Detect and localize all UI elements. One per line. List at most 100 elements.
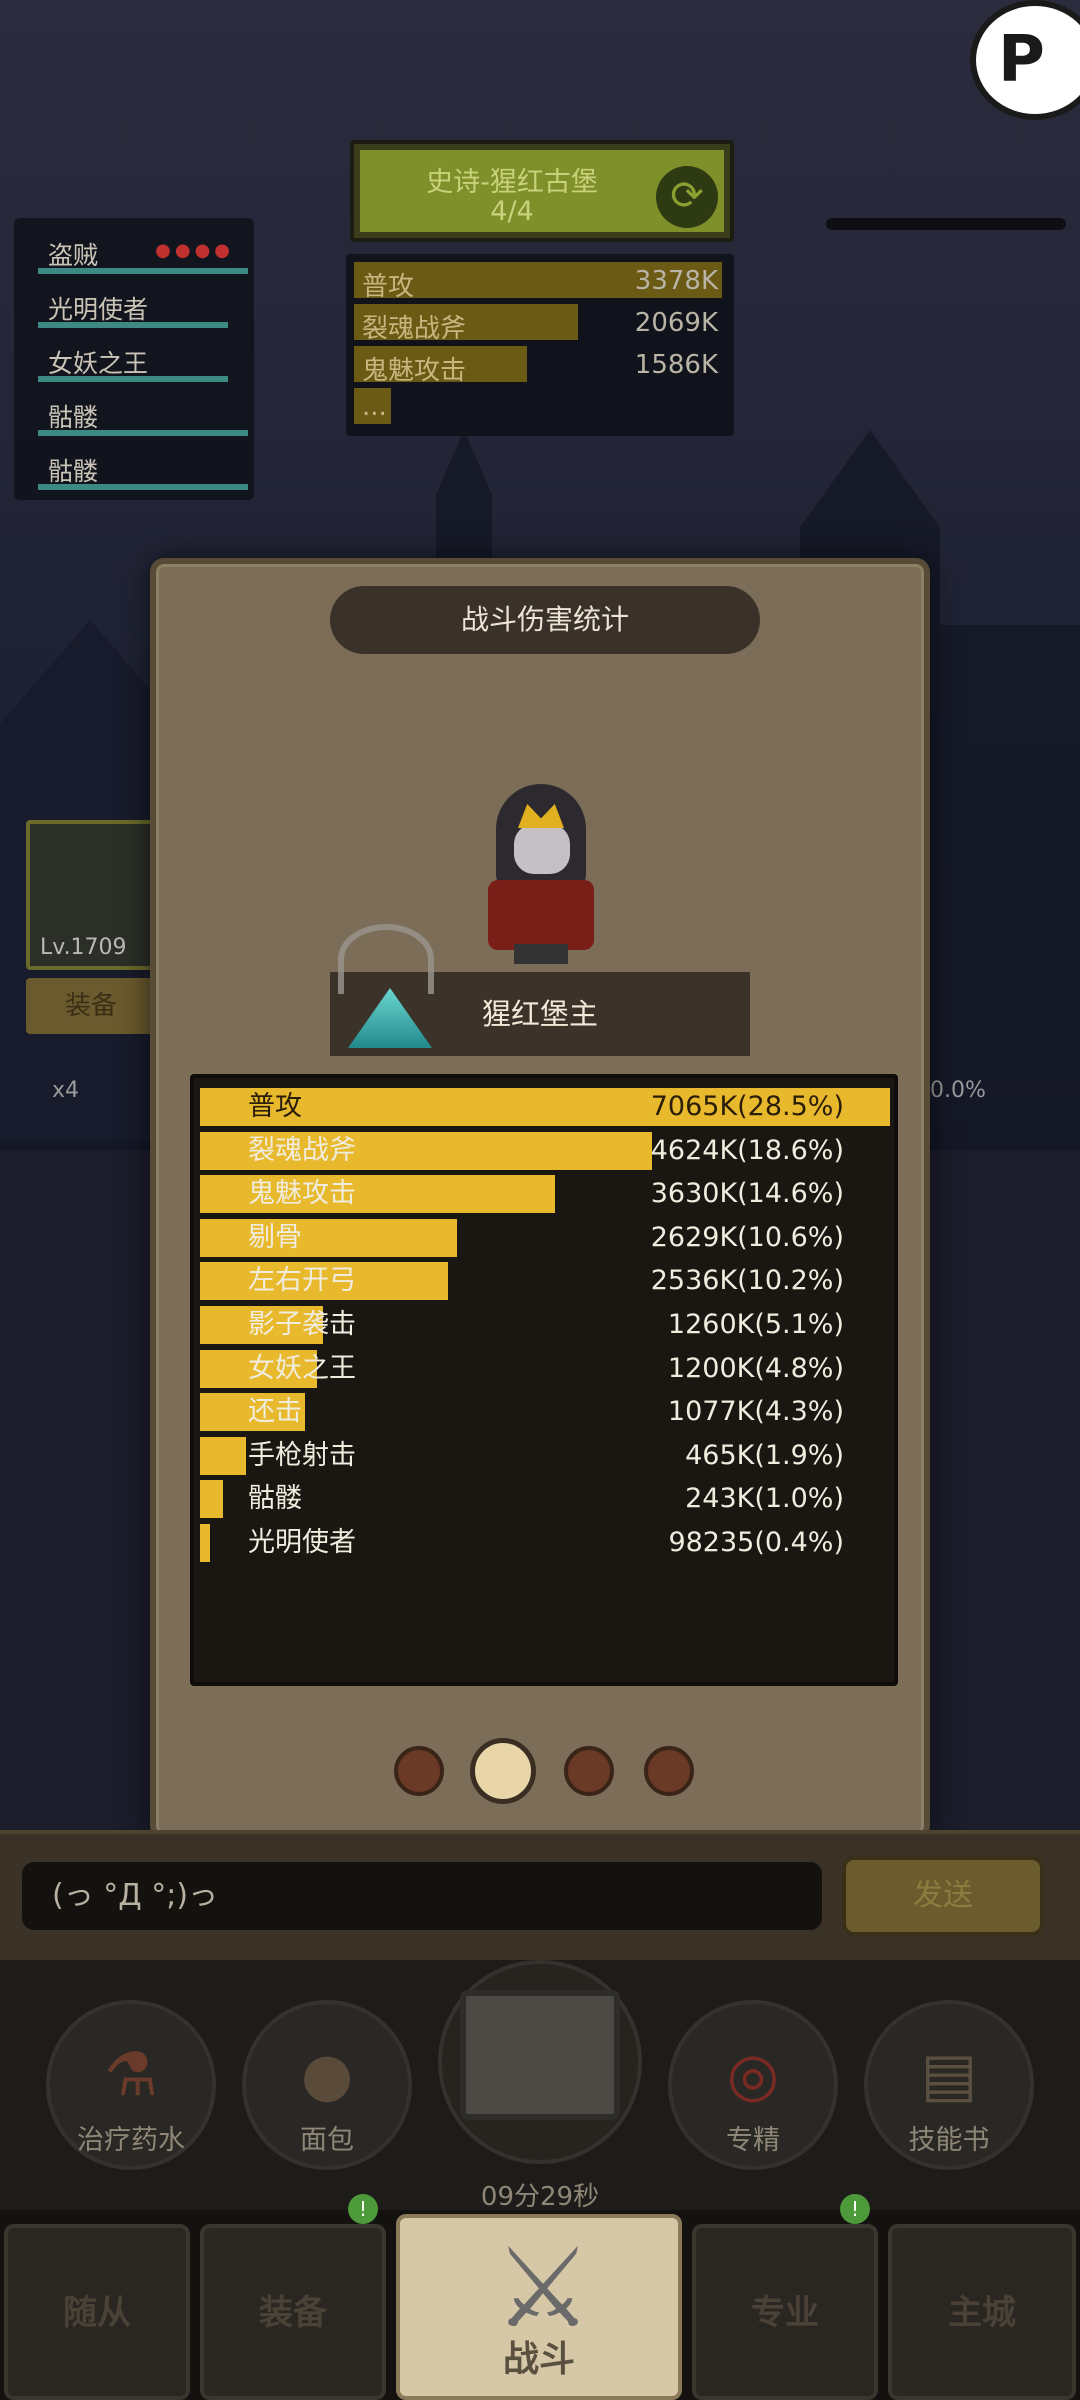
chat-input[interactable]: (っ °Д °;)っ bbox=[22, 1862, 822, 1930]
chat-bar: (っ °Д °;)っ 发送 bbox=[0, 1830, 1080, 1960]
party-member-name: 骷髅 bbox=[48, 403, 99, 432]
notification-badge: ! bbox=[840, 2194, 870, 2224]
damage-stats-modal: 战斗伤害统计 猩红堡主 普攻 7065K(28.5%) 裂魂战斧 4624K(18.6… bbox=[150, 558, 930, 1840]
hp-bar bbox=[38, 376, 228, 382]
character-card[interactable]: Lv.1709 bbox=[26, 820, 156, 970]
damage-value: 7065K(28.5%) bbox=[650, 1091, 844, 1122]
dungeon-header-inner: 史诗-猩红古堡 4/4 ⟳ bbox=[360, 150, 724, 232]
speed-multiplier: x4 bbox=[52, 1078, 80, 1103]
damage-bar bbox=[200, 1480, 224, 1519]
nav-battle-label: 战斗 bbox=[502, 2339, 575, 2380]
party-member-name: 盗贼 bbox=[48, 241, 99, 270]
damage-value: 4624K(18.6%) bbox=[650, 1134, 844, 1166]
damage-value: 2536K(10.2%) bbox=[650, 1265, 844, 1297]
damage-source-label: 手枪射击 bbox=[248, 1439, 356, 1471]
nav-profession[interactable]: 专业 bbox=[692, 2224, 878, 2400]
damage-row: 鬼魅攻击 3630K(14.6%) bbox=[200, 1173, 888, 1217]
item-label: 治疗药水 bbox=[77, 2125, 185, 2156]
damage-value: 465K(1.9%) bbox=[685, 1439, 844, 1471]
page-dot[interactable] bbox=[470, 1738, 536, 1804]
hp-bar bbox=[38, 430, 248, 436]
dungeon-progress: 4/4 bbox=[490, 196, 534, 227]
specialization-item[interactable]: ◎ 专精 bbox=[668, 2000, 838, 2190]
damage-row: 剔骨 2629K(10.6%) bbox=[200, 1217, 888, 1261]
mini-stat-label: 鬼魅攻击 bbox=[362, 356, 467, 386]
progress-percent: 0.0% bbox=[930, 1078, 986, 1103]
mini-stat-value: 1586K bbox=[634, 350, 718, 380]
damage-source-label: 女妖之王 bbox=[248, 1352, 356, 1384]
refresh-icon[interactable]: ⟳ bbox=[656, 166, 718, 228]
character-level: Lv.1709 bbox=[40, 935, 127, 960]
page-dot[interactable] bbox=[394, 1746, 444, 1796]
damage-row: 裂魂战斧 4624K(18.6%) bbox=[200, 1130, 888, 1174]
mini-stat-label: 普攻 bbox=[362, 272, 415, 302]
damage-source-label: 普攻 bbox=[248, 1091, 302, 1122]
skill-book-icon: ▤ bbox=[920, 2040, 978, 2110]
bread-item[interactable]: ● 面包 bbox=[242, 2000, 412, 2190]
nav-main-city[interactable]: 主城 bbox=[888, 2224, 1076, 2400]
damage-value: 1200K(4.8%) bbox=[667, 1352, 844, 1384]
nav-follower[interactable]: 随从 bbox=[4, 2224, 190, 2400]
item-bar: ⚗ 治疗药水 ● 面包 09分29秒 ◎ 专精 ▤ 技能书 bbox=[0, 1960, 1080, 2212]
damage-row: 普攻 7065K(28.5%) bbox=[200, 1086, 890, 1130]
damage-bar bbox=[200, 1218, 457, 1257]
damage-bar bbox=[200, 1523, 210, 1562]
mini-stat-value: 2069K bbox=[634, 308, 718, 338]
item-label: 面包 bbox=[300, 2125, 354, 2156]
party-member[interactable]: 骷髅 bbox=[24, 442, 248, 496]
party-member[interactable]: 盗贼 ●●●● bbox=[24, 226, 248, 280]
item-label: 专精 bbox=[726, 2125, 780, 2156]
party-member-name: 光明使者 bbox=[48, 295, 149, 324]
send-button[interactable]: 发送 bbox=[842, 1856, 1044, 1936]
page-dot[interactable] bbox=[644, 1746, 694, 1796]
notification-badge: ! bbox=[348, 2194, 378, 2224]
chest-timer: 09分29秒 bbox=[480, 2182, 600, 2212]
hp-bar bbox=[38, 322, 228, 328]
boss-name: 猩红堡主 bbox=[481, 997, 598, 1031]
damage-bar bbox=[200, 1436, 246, 1475]
nav-equipment[interactable]: 装备 bbox=[200, 2224, 386, 2400]
mini-damage-stats[interactable]: 普攻 3378K 裂魂战斧 2069K 鬼魅攻击 1586K ... bbox=[346, 254, 734, 436]
mini-stat-row: 鬼魅攻击 1586K bbox=[354, 346, 726, 386]
party-member[interactable]: 光明使者 bbox=[24, 280, 244, 334]
damage-row: 影子袭击 1260K(5.1%) bbox=[200, 1304, 888, 1348]
damage-value: 3630K(14.6%) bbox=[650, 1178, 844, 1210]
mini-stat-label: 裂魂战斧 bbox=[362, 314, 467, 344]
damage-value: 1260K(5.1%) bbox=[667, 1308, 844, 1340]
nav-battle[interactable]: ⚔ 战斗 bbox=[396, 2214, 682, 2400]
damage-value: 1077K(4.3%) bbox=[667, 1396, 844, 1428]
treasure-chest-icon[interactable] bbox=[460, 1990, 620, 2120]
potion-icon: ⚗ bbox=[104, 2040, 158, 2110]
damage-source-label: 裂魂战斧 bbox=[248, 1134, 356, 1166]
damage-source-label: 还击 bbox=[248, 1396, 302, 1428]
mini-stat-row: ... bbox=[354, 388, 726, 426]
damage-row: 女妖之王 1200K(4.8%) bbox=[200, 1348, 888, 1392]
damage-row: 光明使者 98235(0.4%) bbox=[200, 1522, 888, 1566]
status-dots: ●●●● bbox=[155, 240, 234, 261]
hp-bar bbox=[38, 484, 248, 490]
page-dot[interactable] bbox=[564, 1746, 614, 1796]
party-member[interactable]: 骷髅 bbox=[24, 388, 248, 442]
mini-stat-row: 普攻 3378K bbox=[354, 262, 726, 302]
damage-row: 手枪射击 465K(1.9%) bbox=[200, 1435, 888, 1479]
party-member[interactable]: 女妖之王 bbox=[24, 334, 244, 388]
hp-bar bbox=[38, 268, 248, 274]
boss-robe bbox=[488, 880, 594, 950]
boss-face bbox=[514, 824, 570, 874]
specialization-icon: ◎ bbox=[726, 2040, 780, 2110]
party-member-name: 女妖之王 bbox=[48, 349, 149, 378]
boss-portrait bbox=[466, 784, 616, 964]
damage-source-label: 影子袭击 bbox=[248, 1308, 356, 1340]
equip-button[interactable]: 装备 bbox=[26, 978, 156, 1034]
damage-source-label: 光明使者 bbox=[248, 1526, 356, 1558]
boss-name-bar: 猩红堡主 bbox=[330, 924, 750, 1056]
party-member-name: 骷髅 bbox=[48, 457, 99, 486]
damage-table[interactable]: 普攻 7065K(28.5%) 裂魂战斧 4624K(18.6%) 鬼魅攻击 3630K(… bbox=[190, 1074, 898, 1686]
skill-book-item[interactable]: ▤ 技能书 bbox=[864, 2000, 1034, 2190]
damage-source-label: 剔骨 bbox=[248, 1221, 302, 1253]
boss-hp-bar bbox=[826, 218, 1066, 230]
bread-icon: ● bbox=[300, 2040, 354, 2110]
modal-title: 战斗伤害统计 bbox=[330, 586, 760, 654]
mini-stat-value: 3378K bbox=[634, 266, 718, 296]
potion-item[interactable]: ⚗ 治疗药水 bbox=[46, 2000, 216, 2190]
